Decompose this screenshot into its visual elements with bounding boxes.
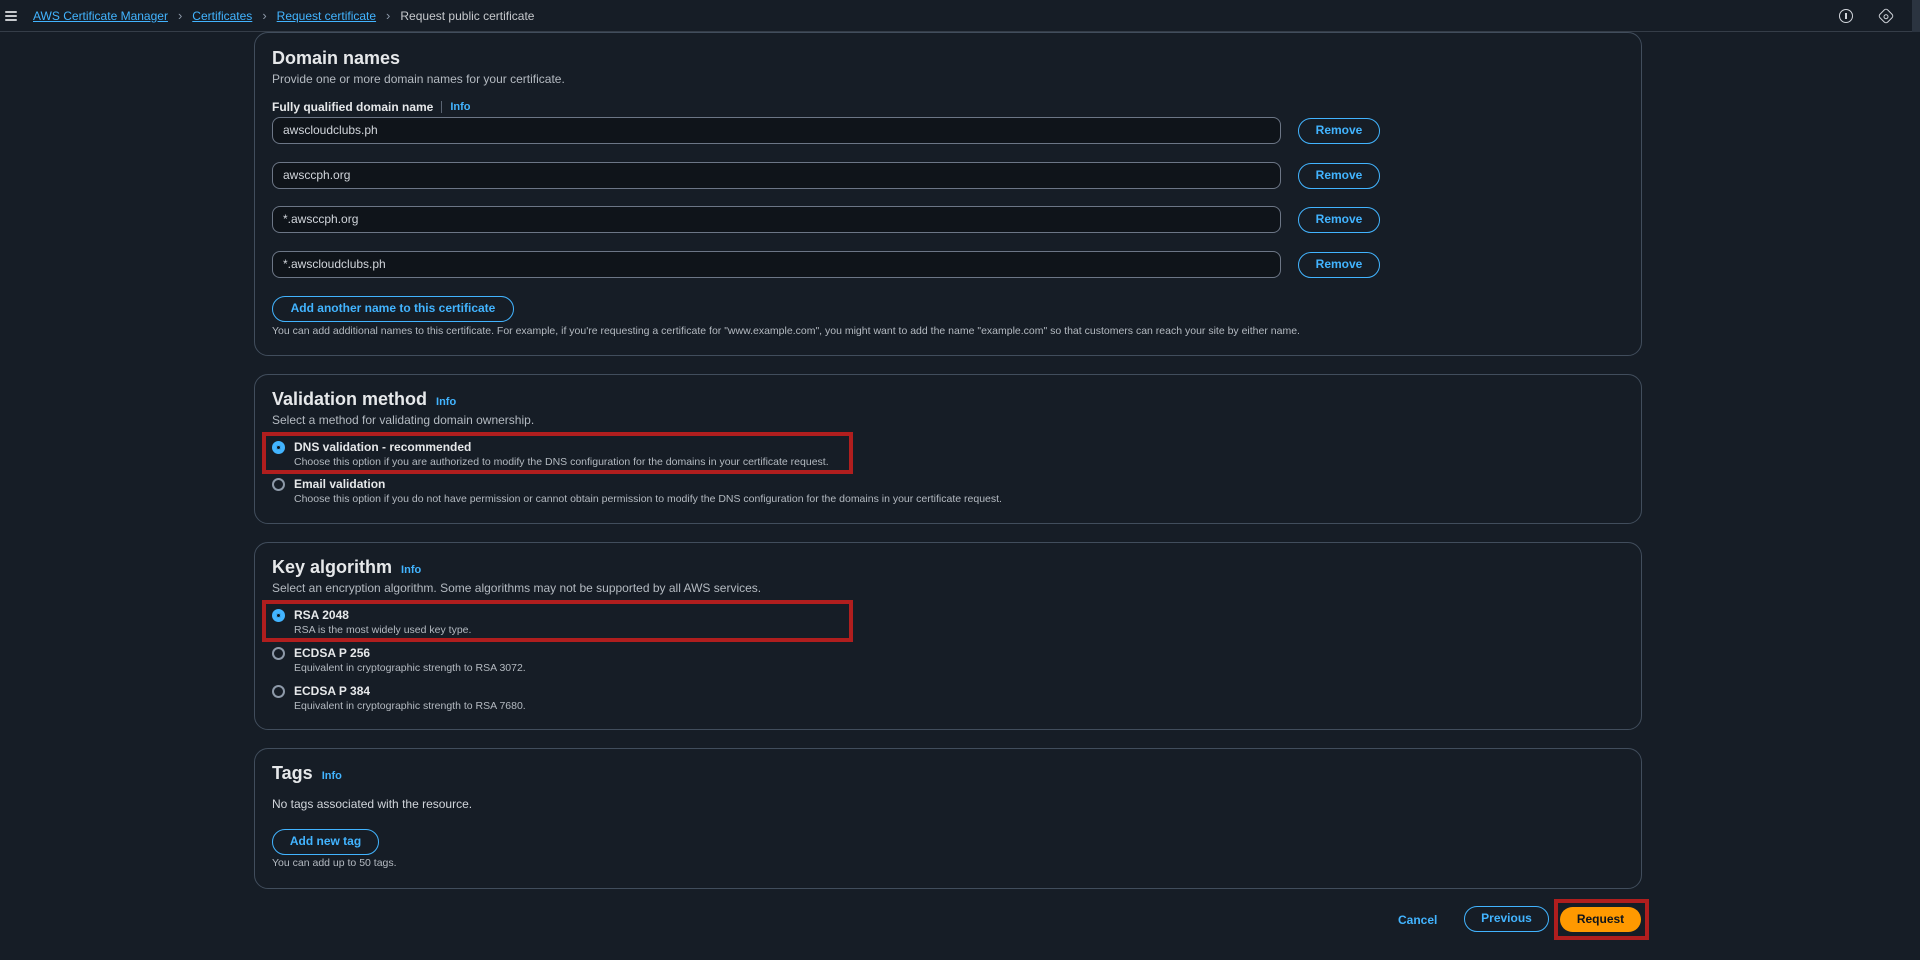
ecdsa-p256-label: ECDSA P 256: [294, 646, 371, 660]
chevron-right-icon: ›: [177, 8, 183, 23]
breadcrumb-certificates[interactable]: Certificates: [192, 9, 252, 23]
ecdsa-p384-label: ECDSA P 384: [294, 684, 371, 698]
ecdsa-p256-description: Equivalent in cryptographic strength to …: [294, 662, 526, 674]
domain-name-input[interactable]: *.awsccph.org: [272, 206, 1281, 233]
key-algorithm-description: Select an encryption algorithm. Some alg…: [272, 581, 762, 595]
ecdsa-p384-description: Equivalent in cryptographic strength to …: [294, 700, 526, 712]
rsa-2048-description: RSA is the most widely used key type.: [294, 624, 472, 636]
domain-name-input[interactable]: awscloudclubs.ph: [272, 117, 1281, 144]
remove-domain-button[interactable]: Remove: [1298, 207, 1380, 233]
chevron-right-icon: ›: [262, 8, 267, 23]
email-validation-description: Choose this option if you do not have pe…: [294, 493, 1002, 505]
rsa-2048-option[interactable]: RSA 2048 RSA is the most widely used key…: [272, 608, 471, 636]
ecdsa-p384-option[interactable]: ECDSA P 384 Equivalent in cryptographic …: [272, 684, 526, 712]
key-algorithm-title-text: Key algorithm: [272, 557, 393, 577]
key-algorithm-info-link[interactable]: Info: [401, 564, 421, 576]
key-algorithm-panel: Key algorithm Info Select an encryption …: [254, 542, 1642, 730]
dns-validation-label: DNS validation - recommended: [294, 440, 472, 454]
tags-info-link[interactable]: Info: [322, 770, 342, 782]
validation-method-title-text: Validation method: [272, 389, 428, 409]
ecdsa-p384-radio[interactable]: [272, 685, 285, 698]
label-divider: [441, 101, 443, 113]
tags-panel: Tags Info No tags associated with the re…: [254, 748, 1642, 889]
email-validation-option[interactable]: Email validation Choose this option if y…: [272, 477, 1002, 505]
ecdsa-p256-radio[interactable]: [272, 647, 285, 660]
remove-domain-button[interactable]: Remove: [1298, 163, 1380, 189]
tags-title-text: Tags: [272, 763, 313, 783]
breadcrumb-acm[interactable]: AWS Certificate Manager: [33, 9, 168, 23]
breadcrumb-current: Request public certificate: [400, 9, 535, 23]
fqdn-label: Fully qualified domain name Info: [272, 100, 471, 114]
info-icon[interactable]: [1839, 9, 1853, 23]
email-validation-label: Email validation: [294, 477, 386, 491]
dns-validation-description: Choose this option if you are authorized…: [294, 456, 829, 468]
chevron-right-icon: ›: [386, 8, 391, 23]
tags-help-text: You can add up to 50 tags.: [272, 857, 397, 869]
dns-validation-radio[interactable]: [272, 441, 285, 454]
remove-domain-button[interactable]: Remove: [1298, 252, 1380, 278]
domain-name-input[interactable]: *.awscloudclubs.ph: [272, 251, 1281, 278]
scrollbar[interactable]: [1912, 0, 1920, 32]
validation-method-panel: Validation method Info Select a method f…: [254, 374, 1642, 524]
tags-empty-text: No tags associated with the resource.: [272, 797, 473, 811]
menu-icon[interactable]: [5, 11, 17, 21]
request-button[interactable]: Request: [1560, 907, 1641, 932]
remove-domain-button[interactable]: Remove: [1298, 118, 1380, 144]
domain-name-input[interactable]: awsccph.org: [272, 162, 1281, 189]
domain-names-title: Domain names: [272, 48, 401, 68]
previous-button[interactable]: Previous: [1464, 906, 1549, 932]
domain-names-panel: Domain names Provide one or more domain …: [254, 32, 1642, 356]
add-new-tag-button[interactable]: Add new tag: [272, 829, 379, 855]
fqdn-label-text: Fully qualified domain name: [272, 100, 434, 114]
validation-method-title: Validation method Info: [272, 389, 456, 410]
domain-names-help-text: You can add additional names to this cer…: [272, 325, 1300, 337]
dns-validation-option[interactable]: DNS validation - recommended Choose this…: [272, 440, 829, 468]
key-algorithm-title: Key algorithm Info: [272, 557, 421, 578]
settings-icon[interactable]: [1877, 7, 1895, 25]
rsa-2048-radio[interactable]: [272, 609, 285, 622]
validation-method-description: Select a method for validating domain ow…: [272, 413, 535, 427]
validation-info-link[interactable]: Info: [436, 396, 456, 408]
fqdn-info-link[interactable]: Info: [450, 101, 470, 113]
email-validation-radio[interactable]: [272, 478, 285, 491]
breadcrumb: AWS Certificate Manager › Certificates ›…: [33, 9, 534, 23]
domain-names-description: Provide one or more domain names for you…: [272, 72, 565, 86]
top-navigation-bar: AWS Certificate Manager › Certificates ›…: [0, 0, 1920, 32]
ecdsa-p256-option[interactable]: ECDSA P 256 Equivalent in cryptographic …: [272, 646, 526, 674]
rsa-2048-label: RSA 2048: [294, 608, 349, 622]
cancel-button[interactable]: Cancel: [1398, 913, 1437, 927]
tags-title: Tags Info: [272, 763, 342, 784]
breadcrumb-request-certificate[interactable]: Request certificate: [277, 9, 376, 23]
add-domain-name-button[interactable]: Add another name to this certificate: [272, 296, 514, 322]
